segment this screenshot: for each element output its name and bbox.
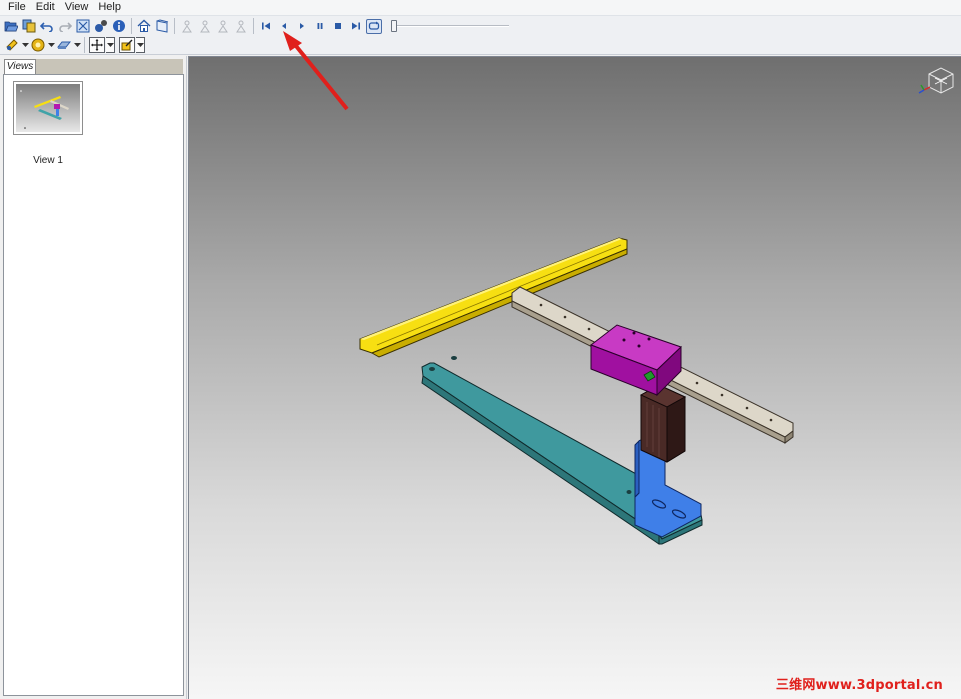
chevron-down-icon[interactable] xyxy=(21,37,29,53)
views-list: View 1 xyxy=(3,74,184,696)
toolbar-separator xyxy=(131,18,132,34)
slider-thumb[interactable] xyxy=(391,20,397,32)
loop-icon[interactable] xyxy=(366,18,382,34)
chevron-down-icon[interactable] xyxy=(73,37,81,53)
render-icon[interactable] xyxy=(56,37,72,53)
view-thumbnail-label: View 1 xyxy=(33,155,63,166)
pan-icon[interactable] xyxy=(89,37,105,53)
watermark: 三维网www.3dportal.cn xyxy=(775,678,943,693)
chevron-down-icon[interactable] xyxy=(47,37,55,53)
slider-track xyxy=(393,25,509,27)
main-toolbar xyxy=(0,15,961,36)
pause-icon[interactable] xyxy=(312,18,328,34)
chevron-down-icon[interactable] xyxy=(106,37,115,53)
render-toolbar xyxy=(0,36,961,55)
menu-view[interactable]: View xyxy=(61,1,93,14)
menu-edit[interactable]: Edit xyxy=(32,1,59,14)
stop-icon[interactable] xyxy=(330,18,346,34)
3d-viewport[interactable]: 三维网www.3dportal.cn xyxy=(188,31,961,699)
explode-icon[interactable] xyxy=(197,18,213,34)
first-icon[interactable] xyxy=(258,18,274,34)
tab-views[interactable]: Views xyxy=(4,59,36,74)
fit-icon[interactable] xyxy=(75,18,91,34)
animation-slider[interactable] xyxy=(391,19,509,33)
toolbar-separator xyxy=(84,37,85,53)
light-icon[interactable] xyxy=(4,37,20,53)
settings-icon[interactable] xyxy=(93,18,109,34)
toolbar-separator xyxy=(253,18,254,34)
views-panel: Views View 1 xyxy=(0,56,187,699)
view-thumbnail-image xyxy=(16,84,80,132)
home-icon[interactable] xyxy=(136,18,152,34)
prev-icon[interactable] xyxy=(276,18,292,34)
view-icon[interactable] xyxy=(154,18,170,34)
menu-bar: File Edit View Help xyxy=(0,0,961,15)
explode-icon[interactable] xyxy=(233,18,249,34)
menu-file[interactable]: File xyxy=(4,1,30,14)
explode-icon[interactable] xyxy=(179,18,195,34)
play-icon[interactable] xyxy=(294,18,310,34)
toolbar-separator xyxy=(174,18,175,34)
select-icon[interactable] xyxy=(119,37,135,53)
annotation-arrow xyxy=(283,31,349,111)
material-icon[interactable] xyxy=(30,37,46,53)
copy-icon[interactable] xyxy=(21,18,37,34)
undo-icon[interactable] xyxy=(39,18,55,34)
view-thumbnail[interactable] xyxy=(13,81,83,135)
chevron-down-icon[interactable] xyxy=(136,37,145,53)
open-icon[interactable] xyxy=(3,18,19,34)
explode-icon[interactable] xyxy=(215,18,231,34)
last-icon[interactable] xyxy=(348,18,364,34)
menu-help[interactable]: Help xyxy=(94,1,125,14)
info-icon[interactable] xyxy=(111,18,127,34)
redo-icon[interactable] xyxy=(57,18,73,34)
